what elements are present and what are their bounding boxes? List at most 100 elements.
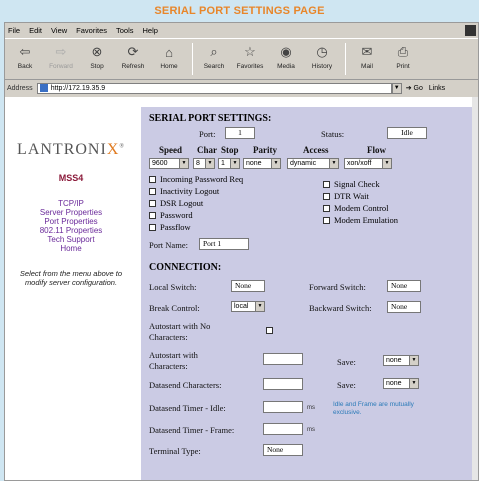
datasend-chars-label: Datasend Characters:	[149, 380, 222, 390]
backward-switch-label: Backward Switch:	[309, 303, 372, 313]
break-control-label: Break Control:	[149, 303, 200, 313]
checkbox-box	[149, 187, 156, 195]
nav-link-tcpip[interactable]: TCP/IP	[5, 199, 137, 208]
parity-select[interactable]: none ▼	[243, 158, 281, 169]
password-checkbox[interactable]: Password	[149, 210, 193, 220]
refresh-icon: ⟳	[127, 44, 139, 59]
mail-button[interactable]: ✉ Mail	[350, 43, 384, 70]
checkbox-box	[323, 216, 330, 224]
page-content: LANTRONIX® MSS4 TCP/IP Server Properties…	[5, 97, 478, 480]
inactivity-logout-checkbox[interactable]: Inactivity Logout	[149, 186, 219, 196]
menu-tools[interactable]: Tools	[116, 26, 134, 35]
forward-button[interactable]: ⇨ Forward	[44, 43, 78, 70]
chevron-down-icon: ▼	[271, 159, 280, 168]
nav-link-server-properties[interactable]: Server Properties	[5, 208, 137, 217]
backward-switch-input[interactable]: None	[387, 301, 421, 313]
go-button[interactable]: ➔ Go	[406, 84, 423, 92]
search-button[interactable]: ⌕ Search	[197, 43, 231, 70]
passflow-label: Passflow	[160, 222, 191, 232]
menu-edit[interactable]: Edit	[29, 26, 42, 35]
nav-link-tech-support[interactable]: Tech Support	[5, 235, 137, 244]
datasend-frame-unit: ms	[307, 427, 315, 433]
char-column-label: Char	[197, 145, 217, 155]
autostart-with-chars-input[interactable]	[263, 353, 303, 365]
dsr-logout-label: DSR Logout	[160, 198, 204, 208]
save2-label: Save:	[337, 380, 356, 390]
home-button[interactable]: ⌂ Home	[152, 43, 186, 71]
browser-window: File Edit View Favorites Tools Help ⇦ Bac…	[4, 22, 479, 481]
incoming-password-checkbox[interactable]: Incoming Password Req	[149, 174, 243, 184]
address-input[interactable]: http://172.19.35.9	[36, 82, 392, 94]
refresh-label: Refresh	[121, 63, 145, 70]
print-button[interactable]: ⎙ Print	[386, 43, 420, 70]
back-label: Back	[17, 63, 33, 70]
device-model: MSS4	[58, 173, 84, 183]
refresh-button[interactable]: ⟳ Refresh	[116, 43, 150, 70]
nav-links: TCP/IP Server Properties Port Properties…	[5, 199, 137, 253]
stop-select[interactable]: 1 ▼	[218, 158, 240, 169]
favorites-button[interactable]: ☆ Favorites	[233, 43, 267, 70]
break-control-select[interactable]: local ▼	[231, 301, 265, 312]
menu-view[interactable]: View	[51, 26, 67, 35]
history-label: History	[311, 63, 333, 70]
stop-column-label: Stop	[221, 145, 239, 155]
links-button[interactable]: Links	[429, 85, 445, 92]
menu-file[interactable]: File	[8, 26, 20, 35]
chevron-down-icon: ▼	[409, 379, 418, 388]
passflow-checkbox[interactable]: Passflow	[149, 222, 191, 232]
home-label: Home	[160, 63, 178, 70]
nav-help-text: Select from the menu above to modify ser…	[19, 269, 123, 287]
stop-button[interactable]: ⊗ Stop	[80, 43, 114, 70]
access-column-label: Access	[303, 145, 329, 155]
page-scrollbar[interactable]	[472, 97, 478, 480]
address-dropdown-button[interactable]: ▼	[391, 82, 402, 94]
local-switch-input[interactable]: None	[231, 280, 265, 292]
forward-switch-input[interactable]: None	[387, 280, 421, 292]
menu-help[interactable]: Help	[143, 26, 158, 35]
nav-link-80211-properties[interactable]: 802.11 Properties	[5, 226, 137, 235]
modem-emulation-checkbox[interactable]: Modem Emulation	[323, 215, 398, 225]
datasend-frame-input[interactable]	[263, 423, 303, 435]
chevron-down-icon: ▼	[409, 356, 418, 365]
dsr-logout-checkbox[interactable]: DSR Logout	[149, 198, 203, 208]
break-control-value: local	[234, 303, 249, 310]
save2-select[interactable]: none ▼	[383, 378, 419, 389]
checkbox-box	[323, 180, 330, 188]
modem-control-checkbox[interactable]: Modem Control	[323, 203, 389, 213]
access-select[interactable]: dynamic ▼	[287, 158, 339, 169]
signal-check-label: Signal Check	[334, 179, 380, 189]
autostart-no-chars-checkbox[interactable]	[266, 327, 277, 334]
datasend-frame-label: Datasend Timer - Frame:	[149, 425, 235, 435]
datasend-idle-input[interactable]	[263, 401, 303, 413]
port-label: Port:	[199, 129, 216, 139]
speed-value: 9600	[152, 160, 168, 167]
speed-select[interactable]: 9600 ▼	[149, 158, 189, 169]
flow-select[interactable]: xon/xoff ▼	[344, 158, 392, 169]
media-button[interactable]: ◉ Media	[269, 43, 303, 70]
favorites-label: Favorites	[236, 63, 264, 70]
dtr-wait-checkbox[interactable]: DTR Wait	[323, 191, 369, 201]
forward-label: Forward	[49, 63, 73, 70]
autostart-no-chars-label-line2: Characters:	[149, 332, 188, 342]
serial-settings-panel: SERIAL PORT SETTINGS: Port: 1 Status: Id…	[141, 107, 478, 480]
history-button[interactable]: ◷ History	[305, 43, 339, 70]
terminal-type-input[interactable]: None	[263, 444, 303, 456]
menu-favorites[interactable]: Favorites	[76, 26, 107, 35]
port-name-input[interactable]: Port 1	[199, 238, 249, 250]
nav-link-home[interactable]: Home	[5, 244, 137, 253]
char-select[interactable]: 8 ▼	[193, 158, 215, 169]
speed-column-label: Speed	[159, 145, 183, 155]
back-button[interactable]: ⇦ Back	[8, 43, 42, 70]
signal-check-checkbox[interactable]: Signal Check	[323, 179, 380, 189]
autostart-with-chars-label-line2: Characters:	[149, 361, 188, 371]
datasend-idle-label: Datasend Timer - Idle:	[149, 403, 226, 413]
save1-select[interactable]: none ▼	[383, 355, 419, 366]
nav-link-port-properties[interactable]: Port Properties	[5, 217, 137, 226]
datasend-idle-unit: ms	[307, 405, 315, 411]
address-label: Address	[7, 84, 33, 92]
parity-value: none	[246, 160, 262, 167]
print-label: Print	[396, 63, 410, 70]
datasend-chars-input[interactable]	[263, 378, 303, 390]
chevron-down-icon: ▼	[382, 159, 391, 168]
stop-value: 1	[221, 160, 225, 167]
